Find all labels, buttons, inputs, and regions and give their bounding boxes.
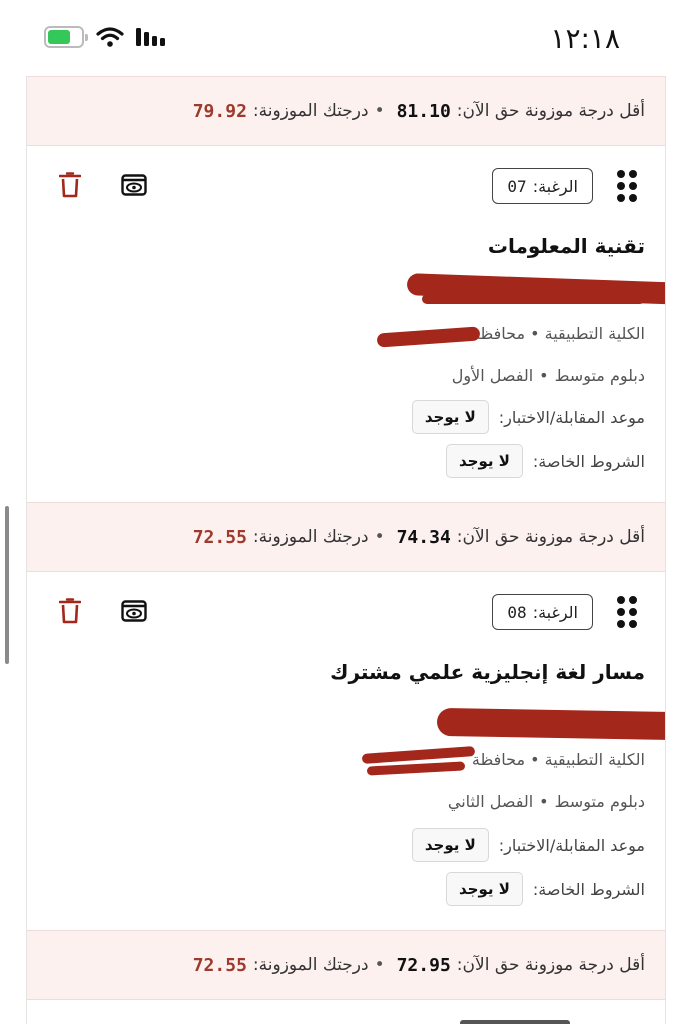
preference-number: 07 bbox=[507, 176, 527, 196]
preference-label: الرغبة: bbox=[532, 602, 578, 622]
status-icons bbox=[44, 26, 168, 48]
conditions-row: الشروط الخاصة: لا يوجد bbox=[445, 872, 645, 906]
interview-value: لا يوجد bbox=[411, 400, 489, 434]
preference-card: الرغبة: 07 تقنية المعلومات الكلية التطبي… bbox=[27, 146, 665, 502]
status-bar: ١٢:١٨ bbox=[0, 0, 692, 76]
redaction-mark bbox=[436, 707, 665, 741]
min-score-label: أقل درجة موزونة حق الآن: bbox=[456, 527, 645, 547]
min-score-value: 81.10 bbox=[396, 100, 451, 122]
program-title: تقنية المعلومات bbox=[487, 234, 645, 258]
my-score-label: درجتك الموزونة: bbox=[252, 527, 369, 547]
eye-icon[interactable] bbox=[121, 600, 147, 622]
eye-icon[interactable] bbox=[121, 174, 147, 196]
status-time: ١٢:١٨ bbox=[550, 22, 620, 55]
preference-card: الرغبة: 08 مسار لغة إنجليزية علمي مشترك … bbox=[27, 572, 665, 930]
program-type: دبلوم متوسط bbox=[554, 366, 645, 385]
college-line: الكلية التطبيقية • محافظة bbox=[471, 324, 645, 343]
semester: الفصل الثاني bbox=[447, 792, 534, 811]
program-details: دبلوم متوسط•الفصل الثاني bbox=[447, 792, 645, 811]
min-score-label: أقل درجة موزونة حق الآن: bbox=[456, 955, 645, 975]
trash-icon[interactable] bbox=[59, 172, 81, 198]
min-score-label: أقل درجة موزونة حق الآن: bbox=[456, 101, 645, 121]
conditions-label: الشروط الخاصة: bbox=[532, 451, 645, 471]
my-score-label: درجتك الموزونة: bbox=[252, 955, 369, 975]
signal-icon bbox=[136, 28, 165, 46]
interview-label: موعد المقابلة/الاختبار: bbox=[498, 835, 645, 855]
scroll-indicator[interactable] bbox=[5, 506, 9, 664]
card-header: الرغبة: 07 bbox=[27, 168, 665, 208]
card-header: الرغبة: 08 bbox=[27, 594, 665, 634]
score-band: أقل درجة موزونة حق الآن: 72.95 • درجتك ا… bbox=[27, 930, 665, 1000]
conditions-value: لا يوجد bbox=[445, 872, 523, 906]
my-score-value: 72.55 bbox=[192, 526, 247, 548]
my-score-label: درجتك الموزونة: bbox=[252, 101, 369, 121]
min-score-value: 72.95 bbox=[396, 954, 451, 976]
interview-value: لا يوجد bbox=[411, 828, 489, 862]
semester: الفصل الأول bbox=[451, 366, 534, 385]
conditions-row: الشروط الخاصة: لا يوجد bbox=[445, 444, 645, 478]
score-band: أقل درجة موزونة حق الآن: 74.34 • درجتك ا… bbox=[27, 502, 665, 572]
my-score-value: 72.55 bbox=[192, 954, 247, 976]
redaction-mark bbox=[376, 326, 481, 348]
preferences-list: أقل درجة موزونة حق الآن: 81.10 • درجتك ا… bbox=[26, 76, 666, 1024]
redaction-mark bbox=[422, 294, 645, 304]
drag-handle-icon[interactable] bbox=[617, 596, 637, 628]
interview-row: موعد المقابلة/الاختبار: لا يوجد bbox=[411, 828, 645, 862]
program-title: مسار لغة إنجليزية علمي مشترك bbox=[330, 660, 645, 684]
battery-charging-icon bbox=[44, 26, 88, 48]
preference-badge: الرغبة: 08 bbox=[492, 594, 593, 630]
conditions-value: لا يوجد bbox=[445, 444, 523, 478]
wifi-icon bbox=[96, 27, 124, 47]
min-score-value: 74.34 bbox=[396, 526, 451, 548]
redaction-mark bbox=[366, 761, 466, 776]
next-card-edge bbox=[460, 1020, 570, 1024]
college-line: الكلية التطبيقية • محافظة bbox=[471, 750, 645, 769]
conditions-label: الشروط الخاصة: bbox=[532, 879, 645, 899]
trash-icon[interactable] bbox=[59, 598, 81, 624]
program-type: دبلوم متوسط bbox=[554, 792, 645, 811]
preference-badge: الرغبة: 07 bbox=[492, 168, 593, 204]
preference-number: 08 bbox=[507, 602, 527, 622]
score-band: أقل درجة موزونة حق الآن: 81.10 • درجتك ا… bbox=[27, 76, 665, 146]
drag-handle-icon[interactable] bbox=[617, 170, 637, 202]
interview-label: موعد المقابلة/الاختبار: bbox=[498, 407, 645, 427]
preference-label: الرغبة: bbox=[532, 176, 578, 196]
interview-row: موعد المقابلة/الاختبار: لا يوجد bbox=[411, 400, 645, 434]
my-score-value: 79.92 bbox=[192, 100, 247, 122]
program-details: دبلوم متوسط•الفصل الأول bbox=[451, 366, 645, 385]
